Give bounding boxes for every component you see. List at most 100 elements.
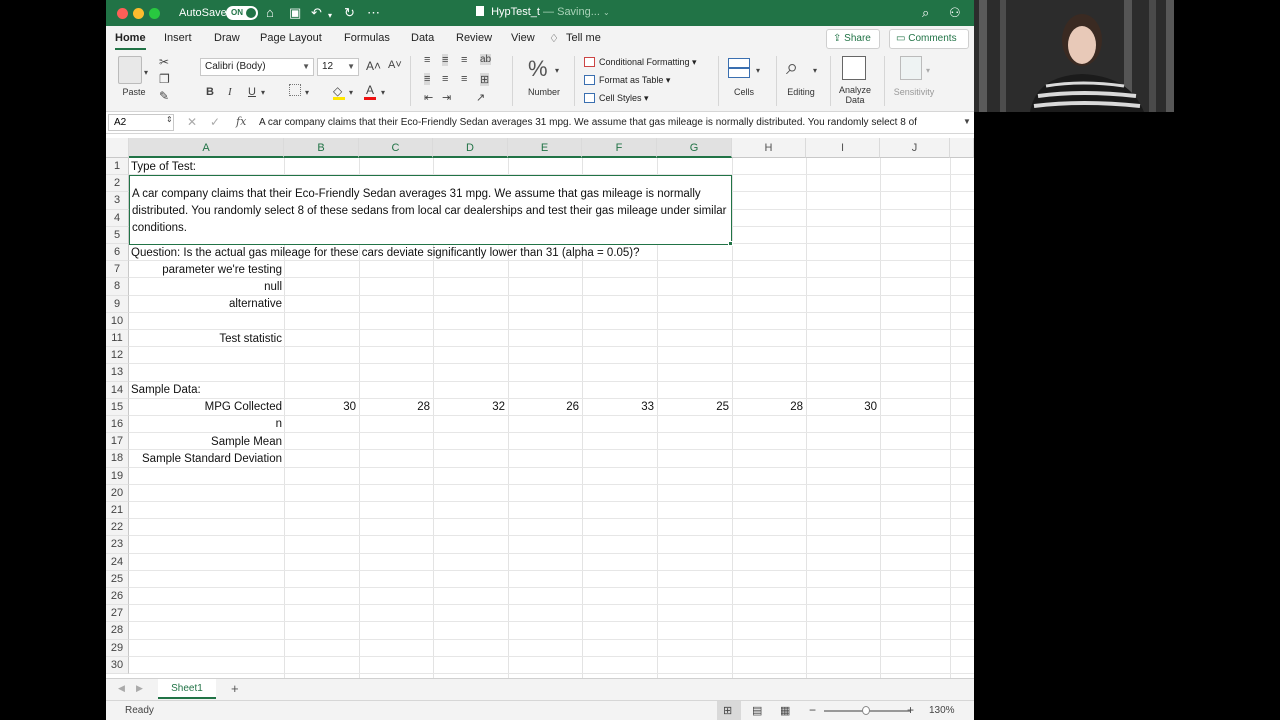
borders-dropdown-icon[interactable]: ▾ bbox=[305, 88, 309, 97]
page-break-view-icon[interactable]: ▦ bbox=[780, 704, 790, 717]
cell-c15[interactable]: 28 bbox=[359, 399, 430, 416]
row-header-2[interactable]: 2 bbox=[106, 175, 129, 193]
orientation-icon[interactable]: ↗ bbox=[476, 91, 485, 104]
row-header-6[interactable]: 6 bbox=[106, 244, 129, 262]
font-size-select[interactable]: 12 ▼ bbox=[317, 58, 359, 76]
zoom-level[interactable]: 130% bbox=[929, 705, 955, 716]
tab-review[interactable]: Review bbox=[456, 32, 492, 44]
cell-a18[interactable]: Sample Standard Deviation bbox=[129, 451, 282, 468]
analyze-data-icon[interactable] bbox=[842, 56, 866, 80]
font-name-select[interactable]: Calibri (Body) ▼ bbox=[200, 58, 314, 76]
row-header-27[interactable]: 27 bbox=[106, 605, 129, 623]
bold-button[interactable]: B bbox=[206, 86, 214, 98]
column-header-j[interactable]: J bbox=[880, 138, 950, 158]
tab-formulas[interactable]: Formulas bbox=[344, 32, 390, 44]
home-icon[interactable]: ⌂ bbox=[266, 5, 274, 21]
redo-icon[interactable]: ↻ bbox=[344, 5, 355, 21]
italic-button[interactable]: I bbox=[228, 86, 232, 98]
cell-a9[interactable]: alternative bbox=[129, 296, 282, 313]
fill-handle[interactable] bbox=[728, 241, 733, 246]
column-header-h[interactable]: H bbox=[732, 138, 806, 158]
sensitivity-icon[interactable] bbox=[900, 56, 922, 80]
row-header-19[interactable]: 19 bbox=[106, 467, 129, 485]
fill-dropdown-icon[interactable]: ▾ bbox=[349, 88, 353, 97]
cells-icon[interactable] bbox=[728, 58, 750, 78]
row-header-25[interactable]: 25 bbox=[106, 570, 129, 588]
row-header-4[interactable]: 4 bbox=[106, 209, 129, 227]
borders-icon[interactable] bbox=[289, 84, 301, 96]
font-color-icon[interactable]: A bbox=[366, 83, 374, 97]
align-bottom-icon[interactable]: ≡ bbox=[461, 54, 467, 66]
expand-formula-bar-icon[interactable]: ▼ bbox=[963, 117, 971, 126]
cell-a17[interactable]: Sample Mean bbox=[129, 434, 282, 451]
cell-a8[interactable]: null bbox=[129, 279, 282, 296]
conditional-formatting-button[interactable]: Conditional Formatting ▾ bbox=[584, 57, 697, 68]
row-header-5[interactable]: 5 bbox=[106, 226, 129, 244]
row-header-29[interactable]: 29 bbox=[106, 639, 129, 657]
cut-icon[interactable]: ✂ bbox=[159, 55, 169, 69]
increase-indent-icon[interactable]: ⇥ bbox=[442, 91, 451, 104]
row-header-8[interactable]: 8 bbox=[106, 278, 129, 296]
column-header-e[interactable]: E bbox=[508, 138, 582, 158]
row-header-10[interactable]: 10 bbox=[106, 312, 129, 330]
row-header-30[interactable]: 30 bbox=[106, 656, 129, 674]
row-header-7[interactable]: 7 bbox=[106, 261, 129, 279]
cell-h15[interactable]: 28 bbox=[732, 399, 803, 416]
row-header-17[interactable]: 17 bbox=[106, 433, 129, 451]
underline-button[interactable]: U bbox=[248, 86, 256, 98]
name-box-dropdown-icon[interactable]: ⇕ bbox=[166, 115, 173, 124]
zoom-slider-thumb[interactable] bbox=[862, 706, 870, 715]
row-header-21[interactable]: 21 bbox=[106, 502, 129, 520]
page-layout-view-icon[interactable]: ▤ bbox=[752, 704, 762, 717]
cell-f15[interactable]: 33 bbox=[582, 399, 654, 416]
fill-color-icon[interactable]: ◇ bbox=[333, 84, 342, 98]
row-header-24[interactable]: 24 bbox=[106, 553, 129, 571]
paste-dropdown-icon[interactable]: ▾ bbox=[144, 68, 148, 77]
name-box[interactable]: A2 bbox=[108, 114, 174, 131]
align-middle-icon[interactable]: ≡ bbox=[442, 54, 449, 66]
scroll-right-icon[interactable]: ▶ bbox=[136, 683, 143, 694]
align-center-icon[interactable]: ≡ bbox=[442, 73, 448, 85]
search-icon[interactable]: ⌕ bbox=[922, 5, 929, 21]
cell-a15[interactable]: MPG Collected bbox=[129, 399, 282, 416]
enter-icon[interactable]: ✓ bbox=[210, 115, 220, 129]
format-painter-icon[interactable]: ✎ bbox=[159, 89, 169, 103]
percent-icon[interactable]: % bbox=[528, 56, 548, 82]
cell-b15[interactable]: 30 bbox=[284, 399, 356, 416]
autosave-toggle[interactable]: ON bbox=[226, 6, 258, 20]
row-header-20[interactable]: 20 bbox=[106, 484, 129, 502]
column-header-b[interactable]: B bbox=[284, 138, 359, 158]
row-header-1[interactable]: 1 bbox=[106, 158, 129, 176]
align-left-icon[interactable]: ≡ bbox=[424, 73, 431, 85]
close-window-button[interactable] bbox=[117, 8, 128, 19]
sensitivity-dropdown-icon[interactable]: ▾ bbox=[926, 66, 930, 75]
row-header-3[interactable]: 3 bbox=[106, 192, 129, 210]
column-header-f[interactable]: F bbox=[582, 138, 657, 158]
row-header-9[interactable]: 9 bbox=[106, 295, 129, 313]
column-header-k[interactable] bbox=[950, 138, 974, 158]
format-as-table-button[interactable]: Format as Table ▾ bbox=[584, 75, 670, 86]
tab-home[interactable]: Home bbox=[115, 32, 146, 50]
scroll-left-icon[interactable]: ◀ bbox=[118, 683, 125, 694]
row-header-18[interactable]: 18 bbox=[106, 450, 129, 468]
share-people-icon[interactable]: ⚇ bbox=[949, 5, 961, 21]
minimize-window-button[interactable] bbox=[133, 8, 144, 19]
row-header-22[interactable]: 22 bbox=[106, 519, 129, 537]
font-color-dropdown-icon[interactable]: ▾ bbox=[381, 88, 385, 97]
cell-a11[interactable]: Test statistic bbox=[129, 331, 282, 348]
align-top-icon[interactable]: ≡ bbox=[424, 54, 430, 66]
undo-icon[interactable]: ↶ bbox=[311, 5, 322, 21]
row-header-16[interactable]: 16 bbox=[106, 416, 129, 434]
cancel-icon[interactable]: ✕ bbox=[187, 115, 197, 129]
formula-input[interactable]: A car company claims that their Eco-Frie… bbox=[259, 117, 959, 128]
more-icon[interactable]: ⋯ bbox=[367, 5, 380, 21]
tell-me-search[interactable]: Tell me bbox=[566, 32, 601, 44]
zoom-window-button[interactable] bbox=[149, 8, 160, 19]
column-header-i[interactable]: I bbox=[806, 138, 880, 158]
tab-page-layout[interactable]: Page Layout bbox=[260, 32, 322, 44]
tab-data[interactable]: Data bbox=[411, 32, 434, 44]
cells-dropdown-icon[interactable]: ▾ bbox=[756, 66, 760, 75]
function-icon[interactable]: fx bbox=[236, 115, 246, 128]
number-dropdown-icon[interactable]: ▾ bbox=[555, 66, 559, 75]
add-sheet-button[interactable]: + bbox=[231, 681, 239, 696]
